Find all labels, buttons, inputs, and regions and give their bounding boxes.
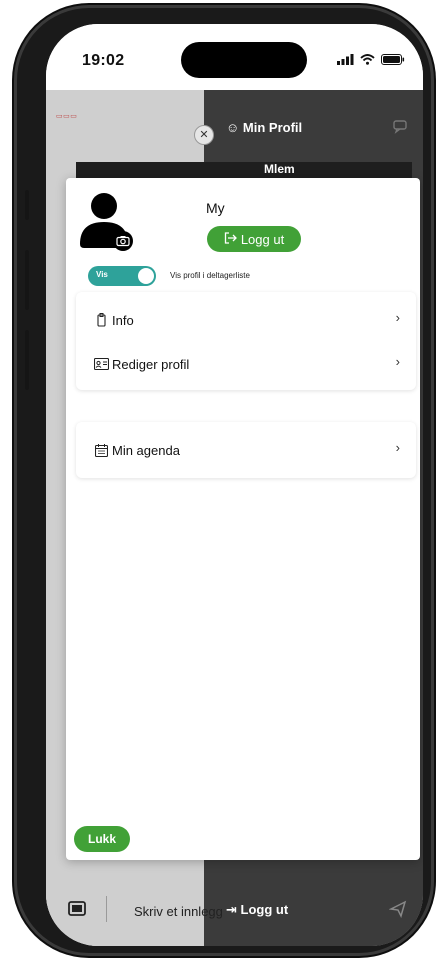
logout-button[interactable]: Logg ut bbox=[207, 226, 301, 252]
status-time: 19:02 bbox=[82, 52, 125, 69]
mute-switch bbox=[25, 190, 29, 220]
logout-icon bbox=[224, 231, 238, 247]
toggle-knob bbox=[138, 268, 154, 284]
id-card-icon bbox=[94, 358, 109, 370]
close-button[interactable]: Lukk bbox=[74, 826, 130, 852]
chevron-right-icon: › bbox=[395, 310, 400, 325]
menu-item-label: Info bbox=[112, 312, 134, 328]
volume-down-button bbox=[25, 330, 29, 390]
signal-icon bbox=[337, 52, 354, 70]
agenda-card: Min agenda › bbox=[76, 422, 416, 478]
visibility-toggle[interactable]: Vis bbox=[88, 266, 156, 286]
screen: ▭▭▭ ✕ ☺ Min Profil Mlem Skriv et innlegg… bbox=[46, 24, 423, 946]
chevron-right-icon: › bbox=[395, 354, 400, 369]
wifi-icon bbox=[360, 52, 375, 70]
background-strip bbox=[76, 162, 412, 178]
close-icon[interactable]: ✕ bbox=[194, 125, 214, 145]
status-icons bbox=[337, 52, 405, 70]
chevron-right-icon: › bbox=[395, 440, 400, 455]
background-strip-text: Mlem bbox=[264, 162, 295, 176]
profile-menu-card: Info › Rediger profil › bbox=[76, 292, 416, 390]
menu-item-label: Rediger profil bbox=[112, 356, 190, 372]
battery-icon bbox=[381, 52, 405, 70]
badge-icon bbox=[94, 313, 109, 327]
bottom-divider bbox=[106, 896, 107, 922]
background-profile-title: ☺ Min Profil bbox=[226, 120, 303, 135]
profile-modal: My Logg ut Vis Vis profil i deltagerlist… bbox=[66, 178, 420, 860]
write-post-input[interactable]: Skriv et innlegg bbox=[134, 904, 223, 919]
background-logo: ▭▭▭ bbox=[56, 113, 78, 120]
chat-icon[interactable] bbox=[393, 120, 409, 139]
volume-up-button bbox=[25, 250, 29, 310]
dynamic-island bbox=[181, 42, 307, 78]
calendar-icon bbox=[94, 443, 109, 457]
send-icon[interactable] bbox=[388, 900, 407, 923]
menu-item-info[interactable]: Info › bbox=[94, 310, 400, 330]
menu-item-edit-profile[interactable]: Rediger profil › bbox=[94, 354, 400, 374]
menu-item-agenda[interactable]: Min agenda › bbox=[94, 440, 400, 460]
user-name: My bbox=[206, 200, 225, 216]
camera-icon[interactable] bbox=[112, 230, 134, 257]
logout-icon: ⇥ bbox=[226, 902, 237, 917]
status-bar: 19:02 bbox=[46, 24, 423, 90]
menu-item-label: Min agenda bbox=[112, 442, 180, 458]
photo-icon[interactable] bbox=[68, 900, 88, 923]
user-outline-icon: ☺ bbox=[226, 120, 240, 135]
toggle-description: Vis profil i deltagerliste bbox=[170, 271, 250, 280]
bottom-logout-button[interactable]: ⇥ Logg ut bbox=[226, 902, 288, 918]
toggle-label: Vis bbox=[96, 270, 108, 279]
